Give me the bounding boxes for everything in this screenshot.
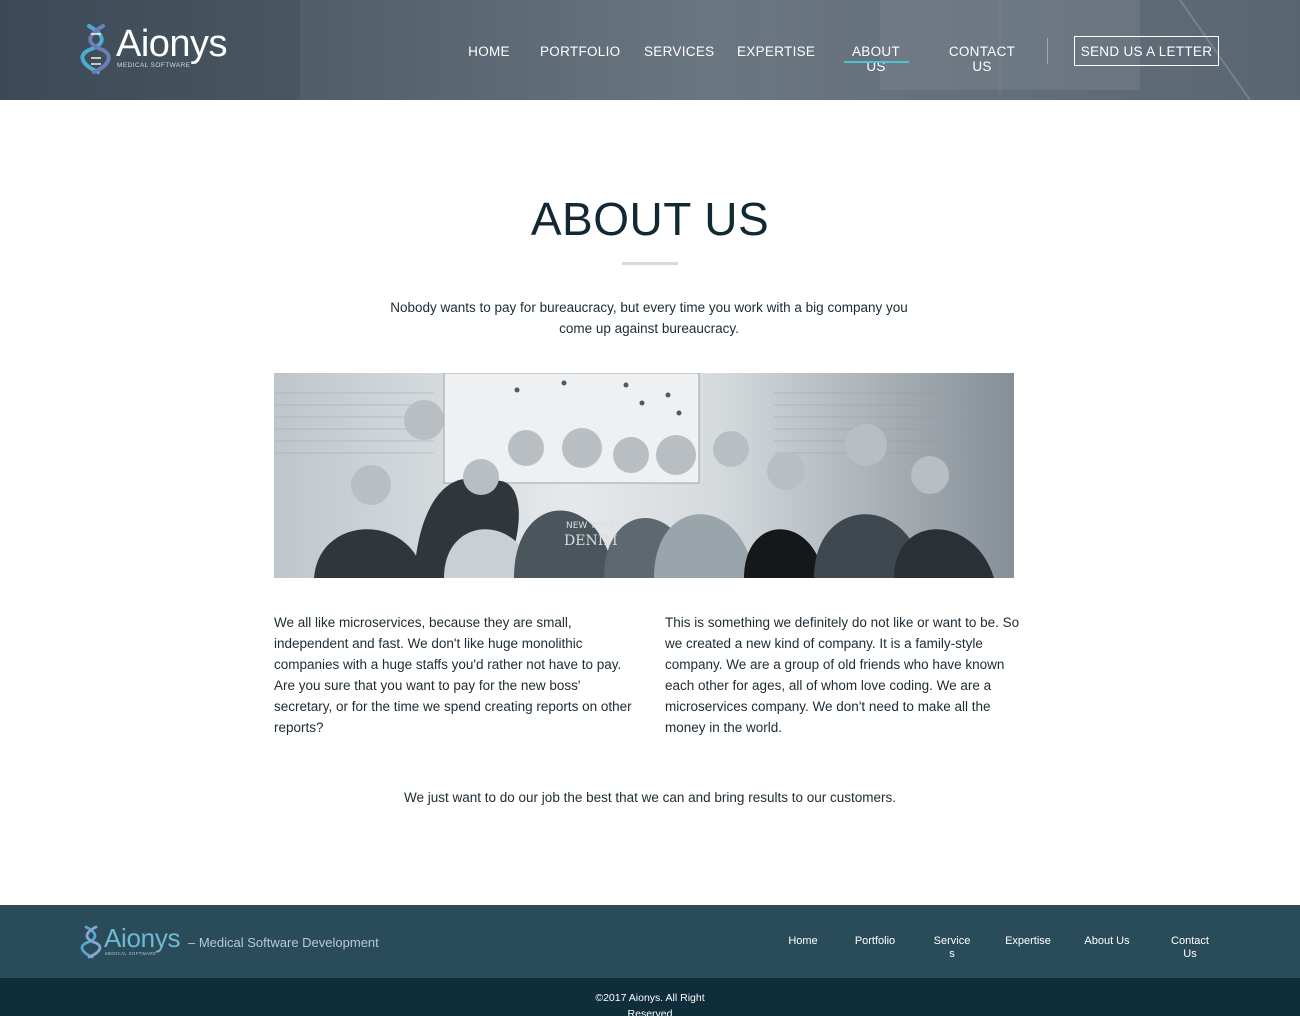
footer-logo[interactable]: Aionys MEDICAL SOFTWARE <box>80 923 181 960</box>
nav-services[interactable]: SERVICES <box>644 44 714 59</box>
about-column-right: This is something we definitely do not l… <box>665 615 1020 735</box>
nav-about-us[interactable]: ABOUT US <box>846 44 906 74</box>
footer-tagline: – Medical Software Development <box>188 935 379 950</box>
footer-link-portfolio[interactable]: Portfolio <box>848 935 902 948</box>
site-header: Aionys MEDICAL SOFTWARE HOME PORTFOLIO S… <box>0 0 1300 100</box>
footer-logo-subtitle: MEDICAL SOFTWARE <box>105 951 157 956</box>
footer-link-expertise[interactable]: Expertise <box>1000 935 1056 948</box>
dna-logo-icon <box>80 925 102 959</box>
closing-statement: We just want to do our job the best that… <box>403 790 896 805</box>
footer-link-services[interactable]: Services <box>932 935 972 961</box>
nav-expertise[interactable]: EXPERTISE <box>737 44 815 59</box>
footer-link-contact-us[interactable]: Contact Us <box>1166 935 1214 961</box>
nav-divider <box>1047 38 1048 64</box>
svg-text:DENIM: DENIM <box>564 533 618 549</box>
svg-text:NEW YORK: NEW YORK <box>566 521 616 531</box>
lead-paragraph: Nobody wants to pay for bureaucracy, but… <box>390 300 908 336</box>
footer-link-about-us[interactable]: About Us <box>1080 935 1134 948</box>
main-nav: HOME PORTFOLIO SERVICES EXPERTISE ABOUT … <box>0 0 1300 100</box>
footer-link-home[interactable]: Home <box>782 935 824 948</box>
nav-home[interactable]: HOME <box>466 44 512 59</box>
copyright-text: ©2017 Aionys. All Right Reserved <box>595 992 705 1016</box>
team-photo-image: NEW YORK DENIM <box>274 373 1014 578</box>
nav-portfolio[interactable]: PORTFOLIO <box>540 44 620 59</box>
nav-contact-us[interactable]: CONTACT US <box>946 44 1018 74</box>
copyright-bar: ©2017 Aionys. All Right Reserved <box>0 978 1300 1016</box>
about-column-left: We all like microservices, because they … <box>274 615 632 735</box>
team-photo: NEW YORK DENIM <box>274 373 1014 578</box>
nav-active-indicator <box>844 61 909 63</box>
page-title: ABOUT US <box>530 193 770 245</box>
send-letter-button[interactable]: SEND US A LETTER <box>1074 36 1219 66</box>
site-footer: Aionys MEDICAL SOFTWARE – Medical Softwa… <box>0 905 1300 978</box>
title-divider <box>622 262 678 265</box>
footer-logo-wordmark: Aionys <box>104 923 181 953</box>
